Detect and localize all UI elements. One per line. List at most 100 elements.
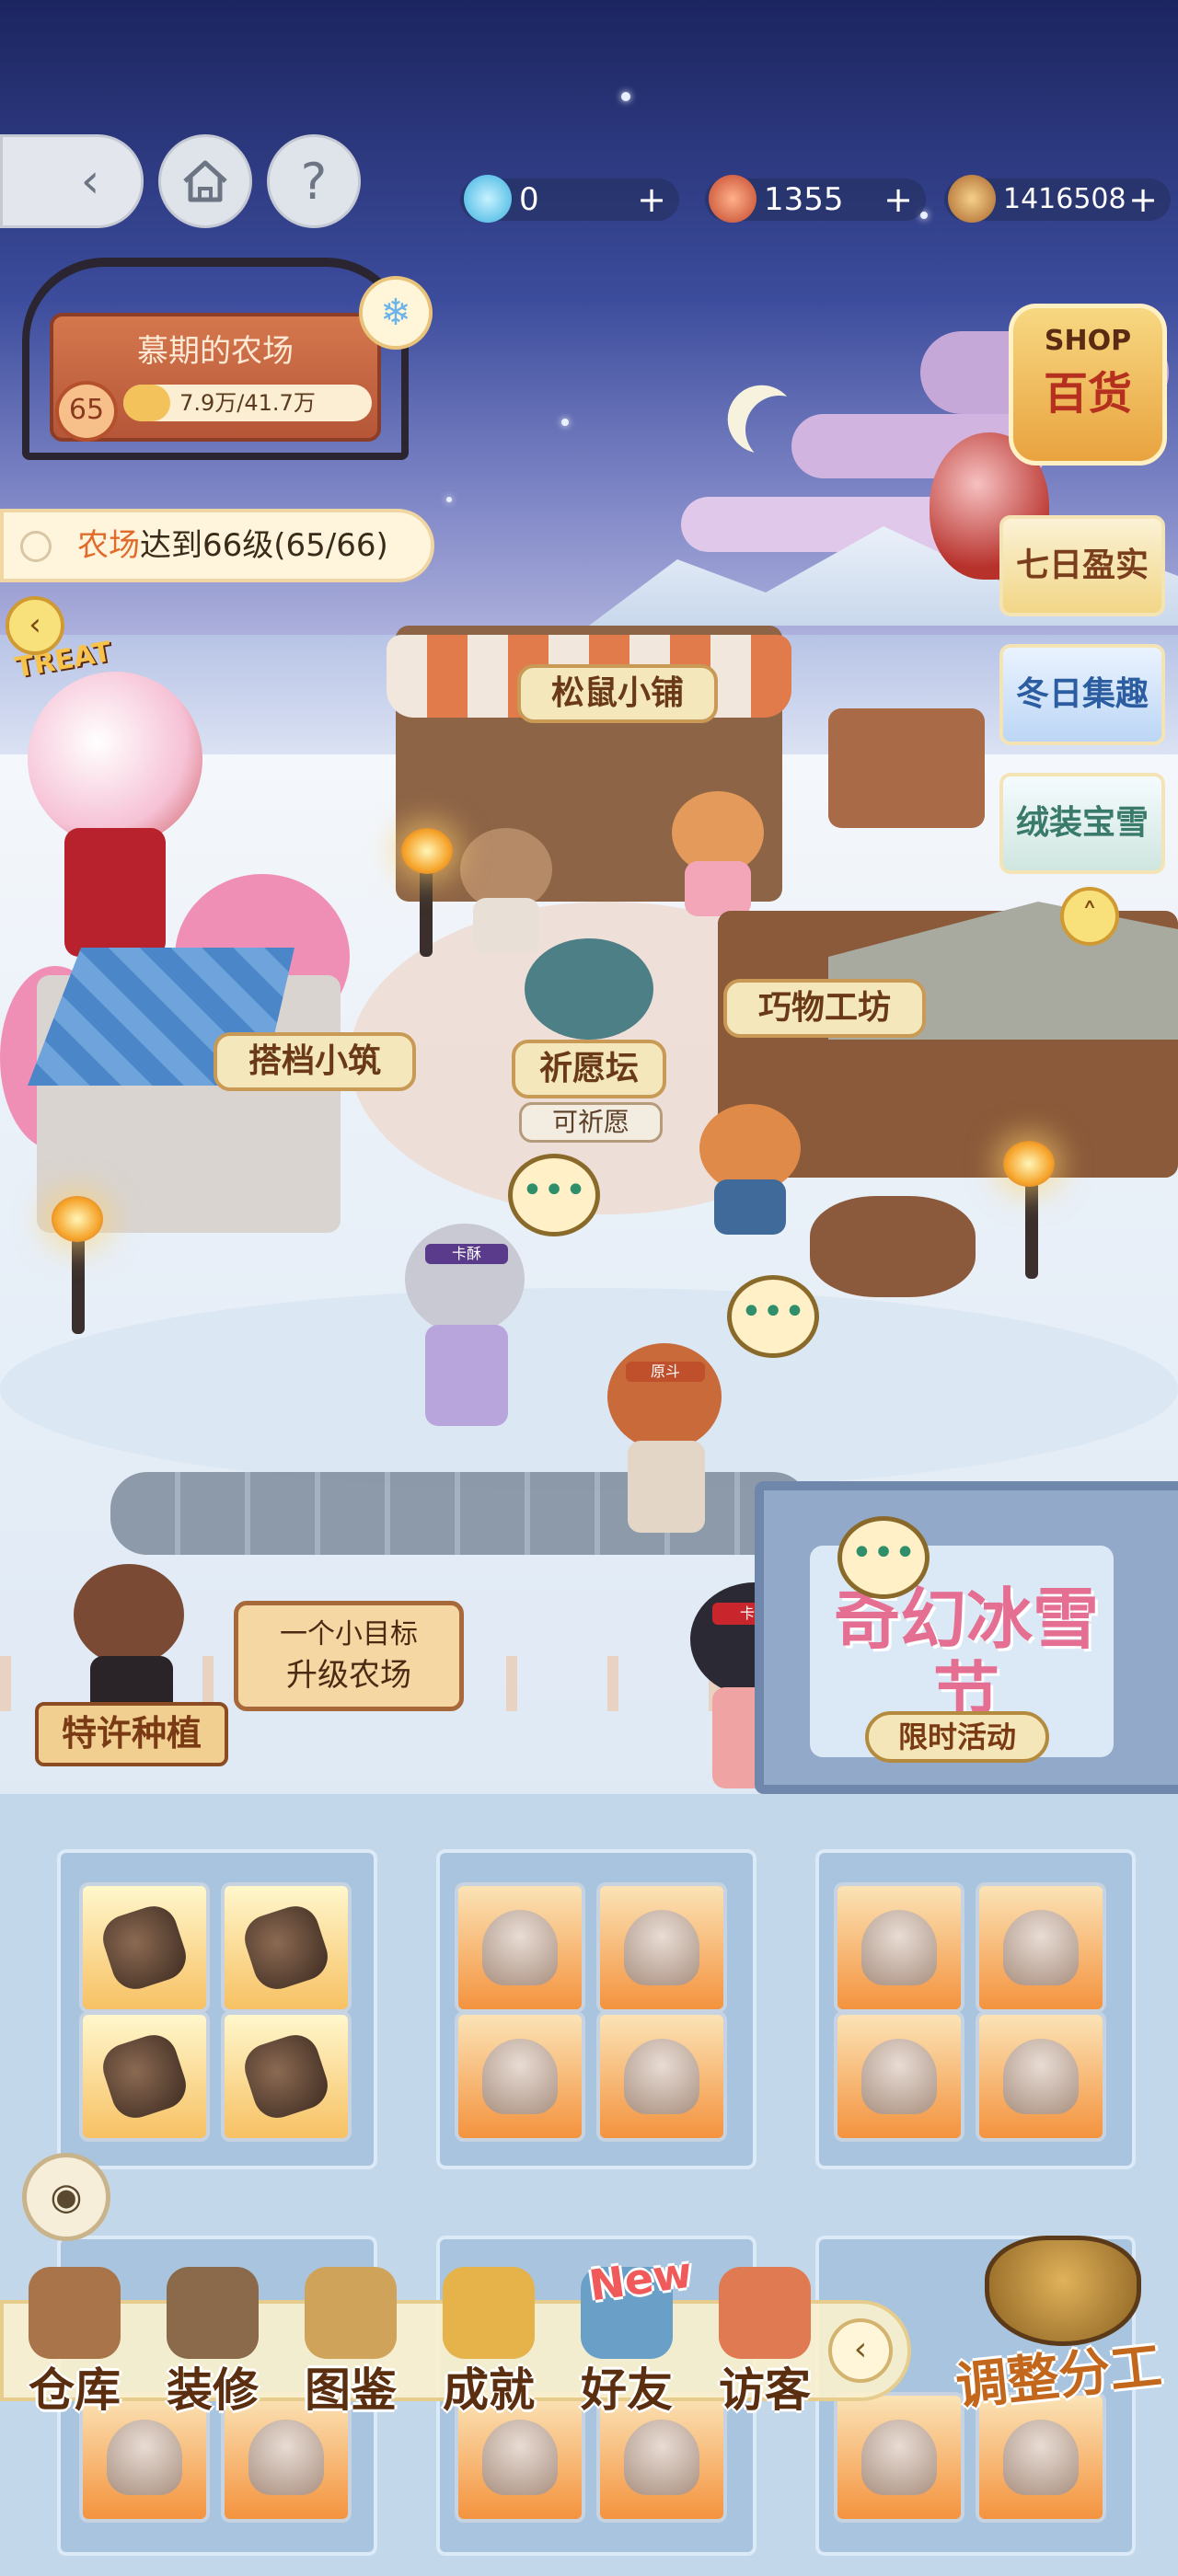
wooden-crates: [828, 708, 985, 828]
trophy-icon: [443, 2267, 535, 2359]
stone-path: [110, 1472, 810, 1555]
add-diamond-button[interactable]: +: [637, 178, 666, 221]
crop-plot[interactable]: [976, 1882, 1106, 2013]
snow-outfit-tab[interactable]: 绒装宝雪: [999, 773, 1165, 874]
nav-label: 好友: [581, 2363, 673, 2417]
farm-exp-bar: 7.9万/41.7万: [123, 385, 372, 421]
home-button[interactable]: [158, 134, 252, 228]
event-limited-tag[interactable]: 限时活动: [865, 1711, 1049, 1763]
mushroom-crop-icon: [482, 1910, 558, 1985]
farm-info-sign[interactable]: 慕期的农场 65 7.9万/41.7万: [22, 258, 409, 460]
shop-label-en: SHOP: [1044, 325, 1132, 357]
warehouse-icon: [29, 2267, 121, 2359]
lantern: [401, 828, 453, 874]
add-feather-button[interactable]: +: [884, 178, 913, 221]
nav-visitors[interactable]: 访客: [696, 2254, 834, 2420]
exp-fill: [123, 385, 171, 421]
event-title[interactable]: 奇幻冰雪节: [828, 1582, 1104, 1730]
mushroom-crop-icon: [1003, 2420, 1079, 2495]
winter-collect-tab[interactable]: 冬日集趣: [999, 644, 1165, 745]
anvil-stump[interactable]: [810, 1196, 976, 1297]
goal-sign[interactable]: 一个小目标 升级农场: [234, 1601, 464, 1711]
crop-plot[interactable]: [455, 2011, 585, 2142]
shop-label: 百货: [1043, 368, 1132, 420]
back-arrow-icon: ‹: [80, 154, 100, 209]
snowflake-badge-icon[interactable]: ❄: [359, 276, 433, 350]
nav-decorate[interactable]: 装修: [144, 2254, 282, 2420]
craft-workshop-label[interactable]: 巧物工坊: [723, 979, 926, 1038]
assign-label: 调整分工: [953, 2336, 1165, 2418]
headband: 卡酥: [425, 1244, 508, 1264]
adjust-assignment-button[interactable]: 调整分工: [948, 2226, 1169, 2418]
mushroom-crop-icon: [107, 2420, 182, 2495]
nav-label: 访客: [719, 2363, 811, 2417]
chat-bubble-icon[interactable]: •••: [508, 1154, 600, 1236]
nav-label: 成就: [443, 2363, 535, 2417]
quest-tracker[interactable]: 农场达到66级(65/66): [0, 509, 434, 582]
crop-plot[interactable]: [455, 1882, 585, 2013]
crop-plot[interactable]: [834, 1882, 964, 2013]
crop-plot[interactable]: [834, 2392, 964, 2523]
back-button[interactable]: ‹: [0, 134, 144, 228]
wish-status-label[interactable]: 可祈愿: [519, 1102, 663, 1143]
visitor-icon: [719, 2267, 811, 2359]
nav-collection[interactable]: 图鉴: [282, 2254, 420, 2420]
crop-plot[interactable]: [221, 1882, 352, 2013]
crop-plot[interactable]: [976, 2011, 1106, 2142]
currency-value: 1355: [764, 181, 844, 218]
farm-exp-text: 7.9万/41.7万: [179, 390, 316, 416]
currency-value: 1416508: [1003, 183, 1126, 215]
add-coin-button[interactable]: +: [1128, 178, 1158, 221]
nav-achievement[interactable]: 成就: [420, 2254, 558, 2420]
log-crop-icon: [238, 1900, 334, 1995]
mushroom-crop-icon: [861, 2420, 937, 2495]
collapse-left-arrow-icon[interactable]: ‹: [6, 596, 64, 655]
crop-plot[interactable]: [79, 1882, 210, 2013]
crop-plot[interactable]: [596, 1882, 727, 2013]
nav-label: 仓库: [29, 2363, 121, 2417]
special-planting-sign[interactable]: 特许种植: [35, 1702, 228, 1766]
hammer-icon: [167, 2267, 259, 2359]
seven-day-tab[interactable]: 七日盈实: [999, 515, 1165, 616]
partner-house-label[interactable]: 搭档小筑: [214, 1032, 416, 1091]
coin-icon: [948, 175, 996, 223]
chat-bubble-icon[interactable]: •••: [727, 1275, 819, 1358]
crop-plot[interactable]: [596, 2011, 727, 2142]
mushroom-crop-icon: [248, 2420, 324, 2495]
nav-label: 图鉴: [305, 2363, 397, 2417]
crop-plot[interactable]: [834, 2011, 964, 2142]
mushroom-crop-icon: [482, 2039, 558, 2114]
collapse-up-arrow-icon[interactable]: ˄: [1060, 887, 1119, 946]
chat-bubble-icon[interactable]: •••: [837, 1516, 930, 1599]
crop-plot[interactable]: [79, 2011, 210, 2142]
goal-sign-line1: 一个小目标: [280, 1618, 418, 1650]
mushroom-crop-icon: [861, 2039, 937, 2114]
hide-ui-eye-icon[interactable]: ◉: [22, 2153, 110, 2241]
treat-gumball-machine[interactable]: [18, 644, 212, 957]
currency-coin: 1416508 +: [944, 175, 1171, 223]
mushroom-crop-icon: [861, 1910, 937, 1985]
wish-altar[interactable]: [525, 938, 653, 1040]
log-crop-icon: [97, 1900, 192, 1995]
wish-altar-label[interactable]: 祈愿坛: [512, 1040, 666, 1098]
star: [561, 419, 569, 426]
lantern: [1003, 1141, 1055, 1187]
quest-highlight: 农场: [77, 527, 140, 564]
lantern: [52, 1196, 103, 1242]
feather-icon: [709, 175, 756, 223]
squirrel-shop-label[interactable]: 松鼠小铺: [517, 664, 718, 723]
gumball-glass: [28, 672, 202, 846]
nav-warehouse[interactable]: 仓库: [6, 2254, 144, 2420]
mushroom-crop-icon: [624, 1910, 699, 1985]
collapse-nav-arrow-icon[interactable]: ‹: [828, 2318, 893, 2383]
mushroom-crop-icon: [482, 2420, 558, 2495]
mushroom-crop-icon: [1003, 2039, 1079, 2114]
star: [920, 212, 928, 219]
shop-button[interactable]: SHOP 百货: [1009, 304, 1167, 466]
crop-plot[interactable]: [221, 2011, 352, 2142]
help-button[interactable]: ?: [267, 134, 361, 228]
snow-drift: [0, 1288, 1178, 1490]
star: [621, 92, 630, 101]
currency-diamond: 0 +: [460, 175, 679, 223]
farm-level-badge: 65: [55, 381, 118, 442]
